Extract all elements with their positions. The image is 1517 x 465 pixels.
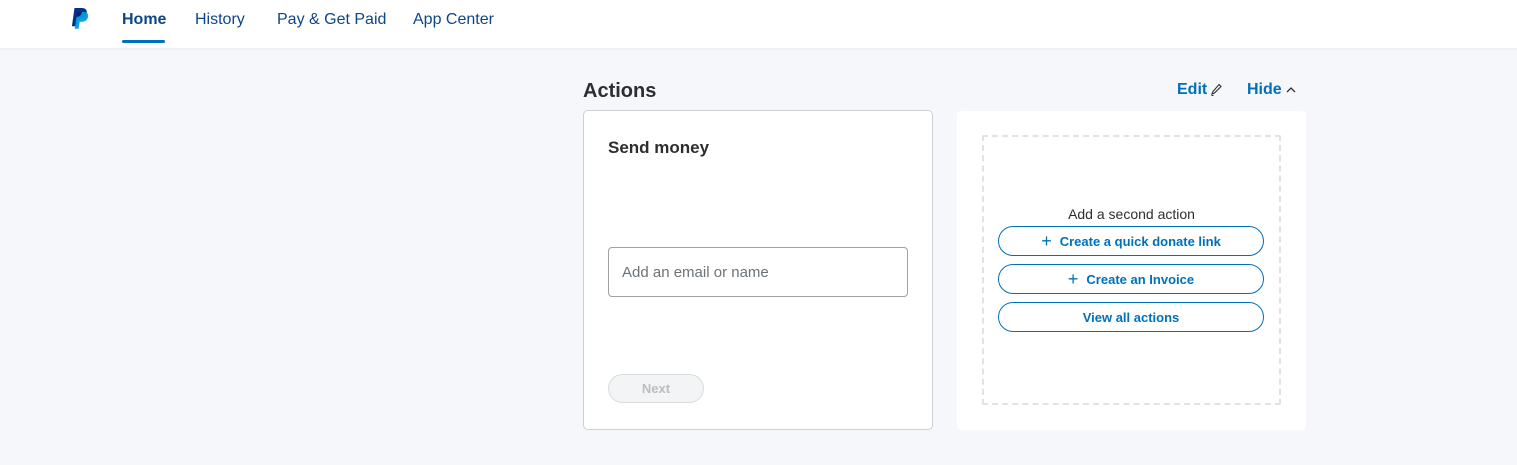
paypal-logo-icon xyxy=(71,8,89,29)
recipient-input[interactable] xyxy=(608,247,908,297)
nav-home[interactable]: Home xyxy=(122,0,166,43)
create-donate-link-button[interactable]: + Create a quick donate link xyxy=(998,226,1264,256)
send-money-card: Send money Next xyxy=(583,110,933,430)
chevron-up-icon xyxy=(1286,87,1296,93)
nav-pay-get-paid[interactable]: Pay & Get Paid xyxy=(277,0,386,43)
paypal-logo[interactable] xyxy=(68,7,92,31)
hide-actions-link[interactable]: Hide xyxy=(1247,81,1297,99)
edit-label: Edit xyxy=(1177,81,1208,98)
plus-icon: + xyxy=(1067,269,1079,289)
active-tab-indicator xyxy=(122,40,165,43)
plus-icon: + xyxy=(1041,231,1052,251)
send-money-title: Send money xyxy=(608,138,710,157)
pencil-icon xyxy=(1211,83,1222,96)
edit-actions-link[interactable]: Edit xyxy=(1177,81,1222,99)
add-second-action-label: Add a second action xyxy=(1068,206,1195,222)
create-invoice-button[interactable]: + Create an Invoice xyxy=(998,264,1264,294)
top-navigation: Home History Pay & Get Paid App Center xyxy=(0,0,1517,48)
create-invoice-label: Create an Invoice xyxy=(1086,271,1195,287)
nav-history[interactable]: History xyxy=(195,0,245,43)
view-all-actions-button[interactable]: View all actions xyxy=(998,302,1264,332)
view-all-actions-label: View all actions xyxy=(1082,309,1180,325)
create-donate-link-label: Create a quick donate link xyxy=(1059,233,1221,249)
second-action-card: Add a second action + Create a quick don… xyxy=(957,111,1306,430)
next-button[interactable]: Next xyxy=(608,374,704,403)
nav-app-center[interactable]: App Center xyxy=(413,0,494,43)
hide-label: Hide xyxy=(1247,81,1282,98)
actions-title: Actions xyxy=(583,80,657,102)
